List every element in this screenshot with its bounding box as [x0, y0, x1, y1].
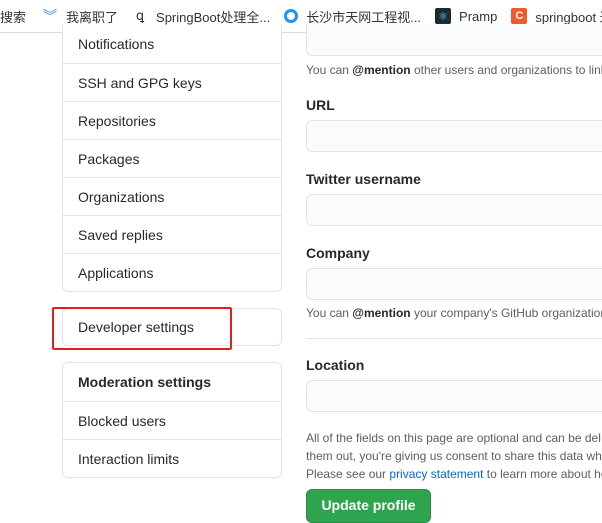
- bio-input[interactable]: [306, 24, 602, 56]
- react-logo-icon: ⚛: [435, 8, 452, 24]
- nav-saved-replies[interactable]: Saved replies: [63, 215, 281, 253]
- nav-applications[interactable]: Applications: [63, 253, 281, 291]
- highlight-annotation: [52, 307, 232, 350]
- bookmark-3[interactable]: 长沙市天网工程视...: [284, 7, 421, 26]
- nav-organizations[interactable]: Organizations: [63, 177, 281, 215]
- nav-repositories[interactable]: Repositories: [63, 101, 281, 139]
- company-label: Company: [306, 245, 370, 261]
- location-label: Location: [306, 357, 365, 373]
- nav-blocked-users[interactable]: Blocked users: [63, 401, 281, 439]
- bookmark-4[interactable]: ⚛ Pramp: [435, 8, 497, 24]
- url-input[interactable]: [306, 120, 602, 152]
- twitter-label: Twitter username: [306, 171, 421, 187]
- bookmark-2[interactable]: ꝗ SpringBoot处理全...: [132, 7, 270, 26]
- divider: [306, 338, 602, 339]
- url-label: URL: [306, 97, 335, 113]
- circle-logo-icon: [284, 9, 299, 23]
- nav-ssh-gpg-keys[interactable]: SSH and GPG keys: [63, 63, 281, 101]
- bookmark-5[interactable]: Cspringboot 过: [511, 7, 602, 26]
- company-note: You can @mention your company's GitHub o…: [306, 306, 602, 320]
- nav-interaction-limits[interactable]: Interaction limits: [63, 439, 281, 477]
- bio-note: You can @mention other users and organiz…: [306, 63, 602, 77]
- bookmark-search[interactable]: 搜索: [0, 7, 26, 26]
- nav-notifications[interactable]: Notifications: [63, 25, 281, 63]
- nav-packages[interactable]: Packages: [63, 139, 281, 177]
- optional-fields-note: All of the fields on this page are optio…: [306, 431, 602, 481]
- location-input[interactable]: [306, 380, 602, 412]
- chevrons-down-icon: ︾: [43, 8, 58, 24]
- update-profile-button[interactable]: Update profile: [306, 489, 431, 523]
- privacy-statement-link[interactable]: privacy statement: [389, 467, 483, 481]
- settings-nav: Notifications SSH and GPG keys Repositor…: [62, 25, 282, 292]
- company-input[interactable]: [306, 268, 602, 300]
- bird-icon: ꝗ: [135, 8, 145, 23]
- twitter-input[interactable]: [306, 194, 602, 226]
- csdn-c-icon: C: [511, 8, 528, 24]
- moderation-header: Moderation settings: [78, 374, 212, 390]
- moderation-nav: Moderation settings Blocked users Intera…: [62, 362, 282, 478]
- bookmark-1[interactable]: ︾ 我离职了: [42, 7, 118, 26]
